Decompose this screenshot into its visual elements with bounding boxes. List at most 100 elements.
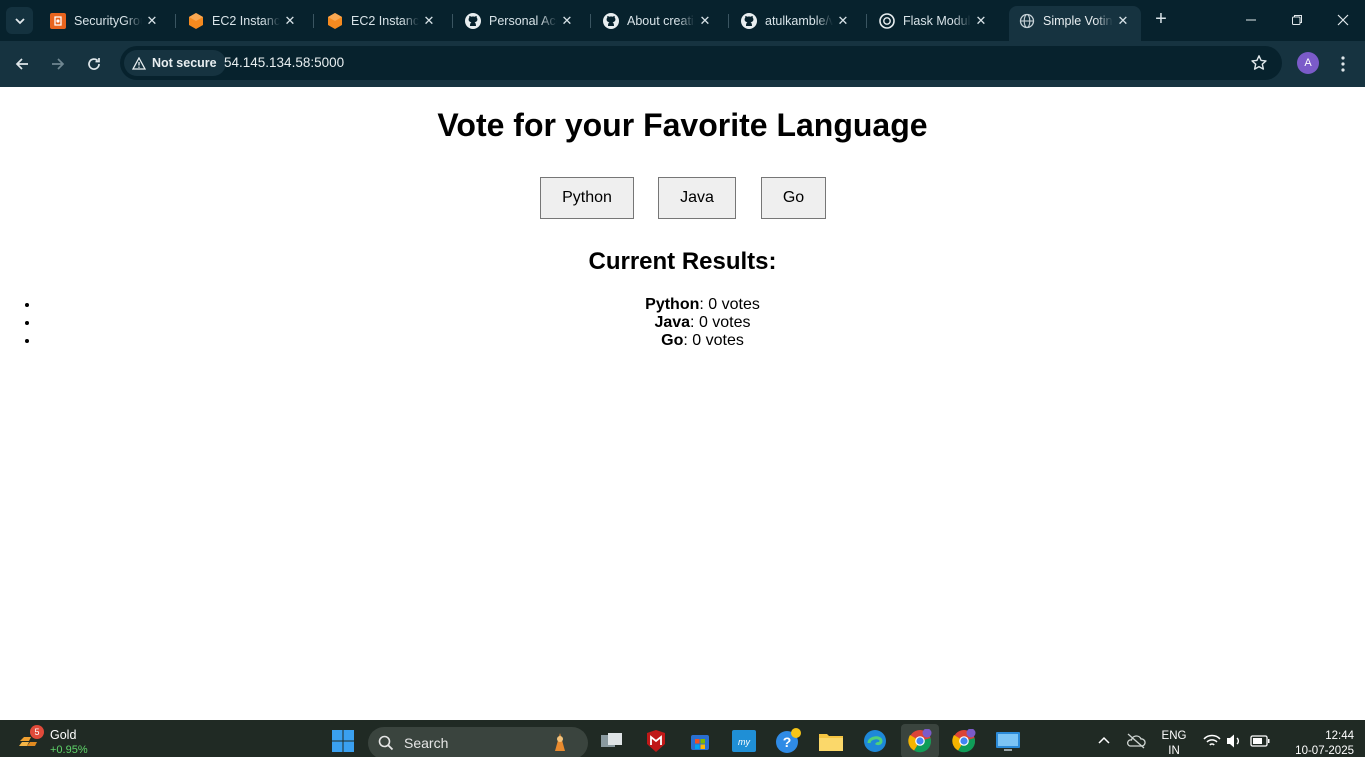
- svg-text:my: my: [738, 737, 750, 747]
- site-security-chip[interactable]: Not secure: [124, 50, 226, 76]
- widget-name: Gold: [50, 728, 77, 742]
- vote-go-button[interactable]: Go: [761, 177, 826, 219]
- results-list: Python: 0 votes Java: 0 votes Go: 0 vote…: [40, 296, 1365, 350]
- tab-title: atulkamble/voting-app: [765, 13, 833, 28]
- close-icon[interactable]: ✕: [557, 11, 577, 31]
- vote-python-button[interactable]: Python: [540, 177, 634, 219]
- chrome-profile-button[interactable]: [951, 728, 977, 754]
- tab-about-creating[interactable]: About creating GitHub ✕: [593, 6, 723, 35]
- openai-icon: [879, 12, 895, 29]
- chevron-down-icon: [14, 17, 25, 24]
- get-help-button[interactable]: ?: [775, 728, 801, 754]
- result-language: Python: [645, 296, 700, 313]
- result-votes: : 0 votes: [690, 314, 751, 331]
- tab-ec2-instances-2[interactable]: EC2 Instances | EC2 | us-east-1 ✕: [317, 6, 447, 35]
- microsoft-store-button[interactable]: [687, 728, 713, 754]
- widget-value: +0.95%: [50, 744, 88, 756]
- windows-taskbar: 5 Gold +0.95% Search my ? ENG IN 12:44 1…: [0, 720, 1365, 757]
- svg-text:?: ?: [783, 734, 792, 750]
- result-item-java: Java: 0 votes: [40, 314, 1365, 332]
- reload-icon: [88, 58, 100, 70]
- notification-badge: 5: [30, 725, 44, 739]
- tab-security-groups[interactable]: SecurityGroups | EC2 | us-east-1 ✕: [40, 6, 170, 35]
- github-icon: [741, 12, 757, 29]
- back-button[interactable]: [10, 52, 34, 76]
- tab-separator: [866, 14, 867, 28]
- close-icon[interactable]: ✕: [1113, 11, 1133, 31]
- arrow-left-icon: [15, 58, 28, 70]
- window-close-button[interactable]: [1332, 9, 1354, 31]
- url-text[interactable]: 54.145.134.58:5000: [224, 55, 344, 70]
- forward-button[interactable]: [46, 52, 70, 76]
- tab-title: Personal Access Tokens: [489, 13, 557, 28]
- vote-java-button[interactable]: Java: [658, 177, 736, 219]
- weather-market-widget[interactable]: 5 Gold +0.95%: [18, 725, 118, 756]
- file-explorer-button[interactable]: [818, 728, 844, 754]
- tab-flask-module[interactable]: Flask Module ✕: [869, 6, 999, 35]
- hidden-icons-button[interactable]: [1091, 728, 1117, 754]
- close-icon[interactable]: ✕: [695, 11, 715, 31]
- remote-desktop-button[interactable]: [995, 728, 1021, 754]
- tab-search-button[interactable]: [6, 7, 33, 34]
- globe-icon: [1019, 13, 1035, 29]
- store-icon: [691, 735, 709, 750]
- onedrive-button[interactable]: [1123, 728, 1149, 754]
- wifi-icon: [1203, 734, 1221, 746]
- tab-atulkamble[interactable]: atulkamble/voting-app ✕: [731, 6, 861, 35]
- tab-separator: [313, 14, 314, 28]
- volume-button[interactable]: [1221, 728, 1247, 754]
- close-icon[interactable]: ✕: [833, 11, 853, 31]
- close-icon[interactable]: ✕: [419, 11, 439, 31]
- minimize-button[interactable]: [1240, 9, 1262, 31]
- task-view-button[interactable]: [599, 728, 625, 754]
- result-item-python: Python: 0 votes: [40, 296, 1365, 314]
- taskbar-clock[interactable]: 12:44 10-07-2025: [1284, 729, 1354, 757]
- clock-time: 12:44: [1325, 730, 1354, 742]
- tab-strip: SecurityGroups | EC2 | us-east-1 ✕ EC2 I…: [0, 0, 1365, 41]
- start-button[interactable]: [330, 728, 356, 754]
- search-highlight-icon: [555, 733, 565, 751]
- taskbar-search[interactable]: Search: [368, 727, 588, 757]
- clock-date: 10-07-2025: [1295, 745, 1354, 757]
- task-view-icon: [601, 733, 622, 747]
- tab-title: EC2 Instances | EC2 | us-east-1: [351, 13, 419, 28]
- folder-icon: [819, 734, 843, 751]
- address-bar[interactable]: Not secure 54.145.134.58:5000: [120, 46, 1282, 80]
- aws-ec2-icon: [327, 12, 343, 29]
- tab-separator: [175, 14, 176, 28]
- close-icon[interactable]: ✕: [142, 11, 162, 31]
- myhp-button[interactable]: my: [731, 728, 757, 754]
- tab-title: Flask Module: [903, 13, 971, 28]
- close-icon[interactable]: ✕: [971, 11, 991, 31]
- tab-personal-access-tokens[interactable]: Personal Access Tokens ✕: [455, 6, 585, 35]
- chrome-icon: [908, 729, 932, 753]
- page-title: Vote for your Favorite Language: [437, 107, 928, 143]
- battery-button[interactable]: [1247, 728, 1273, 754]
- chrome-active-button[interactable]: [901, 724, 939, 757]
- close-icon[interactable]: ✕: [280, 11, 300, 31]
- input-language[interactable]: ENG IN: [1158, 729, 1190, 757]
- result-language: Java: [654, 314, 691, 331]
- remote-desktop-icon: [996, 732, 1020, 751]
- lang-line1: ENG: [1161, 730, 1187, 742]
- aws-ec2-icon: [188, 12, 204, 29]
- bookmark-star-icon[interactable]: [1250, 54, 1268, 72]
- mcafee-button[interactable]: [643, 728, 669, 754]
- github-icon: [603, 12, 619, 29]
- new-tab-button[interactable]: +: [1150, 9, 1172, 31]
- results-heading: Current Results:: [588, 248, 777, 275]
- windows-logo-icon: [332, 730, 354, 752]
- tab-ec2-instances-1[interactable]: EC2 Instances | EC2 | us-east-1 ✕: [178, 6, 308, 35]
- restore-button[interactable]: [1286, 9, 1308, 31]
- lang-line2: IN: [1168, 745, 1180, 757]
- tab-simple-voting-app[interactable]: Simple Voting App ✕: [1009, 6, 1141, 41]
- edge-button[interactable]: [862, 728, 888, 754]
- result-votes: : 0 votes: [699, 296, 760, 313]
- search-label: Search: [404, 735, 449, 751]
- profile-avatar[interactable]: A: [1297, 52, 1319, 74]
- help-icon: ?: [776, 728, 801, 753]
- reload-button[interactable]: [82, 52, 106, 76]
- tab-title: EC2 Instances | EC2 | us-east-1: [212, 13, 280, 28]
- web-page: Vote for your Favorite Language Python J…: [0, 87, 1365, 720]
- browser-menu-button[interactable]: [1333, 52, 1353, 76]
